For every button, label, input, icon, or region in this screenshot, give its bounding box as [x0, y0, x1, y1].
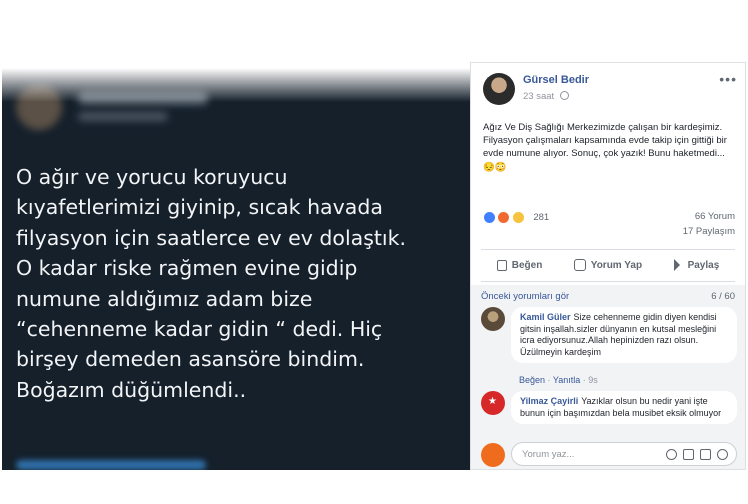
post-actions: Beğen Yorum Yap Paylaş [481, 253, 735, 277]
comment-label: Yorum Yap [590, 259, 643, 271]
write-comment: Yorum yaz... [481, 441, 737, 467]
commenter-avatar[interactable] [481, 307, 505, 331]
comment-input-icons [666, 449, 728, 460]
blurred-footer [16, 460, 206, 470]
comments-count[interactable]: 66 Yorum [683, 209, 735, 224]
previous-comments-link[interactable]: Önceki yorumları gör [481, 291, 569, 302]
comment-input[interactable]: Yorum yaz... [511, 442, 737, 466]
comment-input-placeholder: Yorum yaz... [522, 449, 575, 460]
comments-section: Önceki yorumları gör 6 / 60 Kamil Güler S… [471, 285, 745, 469]
comment-bubble: Kamil Güler Size cehenneme gidin diyen ke… [511, 307, 737, 364]
share-label: Paylaş [687, 259, 720, 271]
like-reaction-icon [483, 211, 496, 225]
comment-icon [573, 259, 586, 271]
tweet-screenshot: O ağır ve yorucu koruyucu kıyafetlerimiz… [2, 68, 470, 470]
blurred-handle [78, 112, 168, 121]
comment-time: 9s [588, 375, 598, 385]
divider [481, 281, 735, 282]
facebook-post: Gürsel Bedir 23 saat ••• Ağız Ve Diş Sağ… [470, 62, 746, 470]
divider [481, 249, 735, 250]
gif-icon[interactable] [700, 449, 711, 460]
emoji-icon[interactable] [666, 449, 677, 460]
tweet-text: O ağır ve yorucu koruyucu kıyafetlerimiz… [16, 165, 407, 402]
reactions-summary[interactable]: 281 [483, 209, 549, 225]
sticker-icon[interactable] [717, 449, 728, 460]
commenter-avatar[interactable] [481, 391, 505, 415]
thumbs-up-icon [496, 259, 507, 271]
engagement-counts: 66 Yorum 17 Paylaşım [683, 209, 735, 239]
post-time-label: 23 saat [523, 91, 555, 102]
commenter-name[interactable]: Yilmaz Çayirli [520, 396, 578, 406]
comment-reply-link[interactable]: Yanıtla [553, 375, 580, 385]
comment-meta: Beğen · Yanıtla · 9s [519, 375, 598, 385]
current-user-avatar [481, 443, 505, 467]
comment-button[interactable]: Yorum Yap [573, 259, 643, 271]
angry-reaction-icon [497, 211, 511, 225]
share-button[interactable]: Paylaş [673, 259, 720, 271]
post-time[interactable]: 23 saat [523, 91, 569, 102]
like-label: Beğen [511, 259, 543, 271]
ellipsis-icon[interactable]: ••• [719, 71, 737, 87]
shares-count[interactable]: 17 Paylaşım [683, 224, 735, 239]
author-avatar[interactable] [483, 73, 515, 105]
comment-like-link[interactable]: Beğen [519, 375, 545, 385]
post-text: Ağız Ve Diş Sağlığı Merkezimizde çalışan… [483, 122, 727, 173]
reactions-count: 281 [533, 212, 550, 224]
globe-icon [559, 91, 569, 100]
camera-icon[interactable] [683, 449, 694, 460]
comment-bubble: Yilmaz Çayirli Yazıklar olsun bu nedir ya… [511, 391, 737, 425]
commenter-name[interactable]: Kamil Güler [520, 312, 571, 322]
comment-paging: 6 / 60 [711, 291, 735, 302]
author-name[interactable]: Gürsel Bedir [523, 74, 589, 86]
tweet-fade [2, 68, 470, 102]
share-icon [673, 259, 680, 271]
sad-reaction-icon [511, 211, 525, 225]
like-button[interactable]: Beğen [496, 259, 543, 271]
post-header: Gürsel Bedir 23 saat ••• [483, 71, 737, 107]
